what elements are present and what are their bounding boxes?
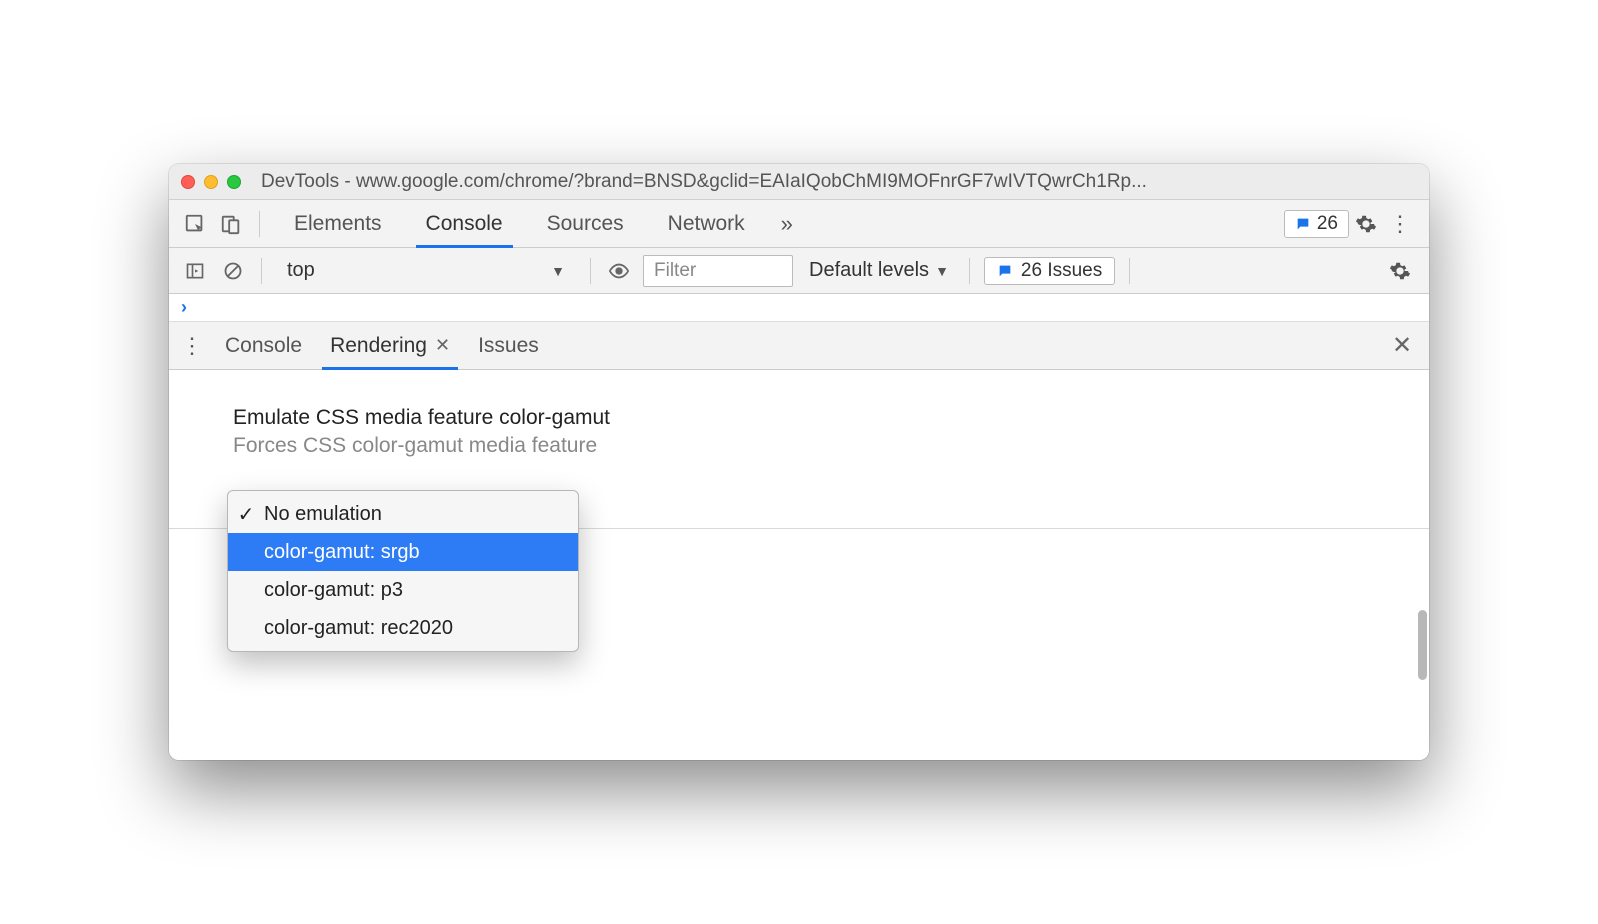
console-prompt[interactable]: › [169,294,1429,322]
message-icon [1295,216,1311,232]
separator [1129,258,1130,284]
traffic-lights [181,175,241,189]
zoom-window-button[interactable] [227,175,241,189]
inspect-element-icon[interactable] [179,208,211,240]
tab-sources[interactable]: Sources [525,200,646,248]
color-gamut-title: Emulate CSS media feature color-gamut [233,406,1429,430]
tab-elements[interactable]: Elements [272,200,404,248]
issues-count: 26 [1317,213,1338,235]
drawer-tab-rendering[interactable]: Rendering ✕ [322,322,458,370]
dropdown-option-rec2020[interactable]: color-gamut: rec2020 [228,609,578,647]
issues-label: 26 Issues [1021,260,1102,282]
dropdown-option-srgb[interactable]: color-gamut: srgb [228,533,578,571]
minimize-window-button[interactable] [204,175,218,189]
drawer-tab-console[interactable]: Console [217,322,310,370]
color-gamut-dropdown: ✓ No emulation color-gamut: srgb color-g… [227,490,579,652]
close-window-button[interactable] [181,175,195,189]
checkmark-icon: ✓ [236,502,256,527]
drawer-tab-label: Console [225,334,302,358]
triangle-down-icon: ▼ [551,263,565,279]
option-label: color-gamut: srgb [264,541,420,564]
tab-network[interactable]: Network [646,200,767,248]
issues-button[interactable]: 26 Issues [984,257,1115,285]
separator [590,258,591,284]
log-level-select[interactable]: Default levels ▼ [803,255,955,287]
kebab-menu-button[interactable]: ⋮ [1383,207,1417,241]
drawer-tab-strip: ⋮ Console Rendering ✕ Issues ✕ [169,322,1429,370]
tab-console[interactable]: Console [404,200,525,248]
triangle-down-icon: ▼ [935,263,949,279]
tab-label: Console [426,212,503,236]
separator [259,211,260,237]
tab-label: Elements [294,212,382,236]
drawer-tab-label: Rendering [330,334,427,358]
toggle-sidebar-icon[interactable] [181,257,209,285]
option-label: color-gamut: p3 [264,579,403,602]
option-label: No emulation [264,503,382,526]
rendering-panel: Emulate CSS media feature color-gamut Fo… [169,370,1429,760]
more-tabs-button[interactable]: » [767,211,807,237]
devtools-window: DevTools - www.google.com/chrome/?brand=… [169,164,1429,760]
separator [969,258,970,284]
clear-console-icon[interactable] [219,257,247,285]
console-settings-button[interactable] [1383,254,1417,288]
close-tab-icon[interactable]: ✕ [435,335,450,356]
message-icon [997,263,1013,279]
issues-badge[interactable]: 26 [1284,210,1349,238]
chevron-double-right-icon: » [781,211,793,237]
separator [261,258,262,284]
level-label: Default levels [809,259,929,282]
filter-input[interactable] [643,255,793,287]
device-toolbar-icon[interactable] [215,208,247,240]
titlebar: DevTools - www.google.com/chrome/?brand=… [169,164,1429,200]
color-gamut-subtitle: Forces CSS color-gamut media feature [233,434,1429,458]
tab-label: Sources [547,212,624,236]
scrollbar-thumb[interactable] [1418,610,1427,680]
live-expression-icon[interactable] [605,257,633,285]
settings-button[interactable] [1349,207,1383,241]
dropdown-option-no-emulation[interactable]: ✓ No emulation [228,495,578,533]
execution-context-select[interactable]: top ▼ [276,255,576,287]
close-drawer-button[interactable]: ✕ [1385,331,1419,360]
drawer-tab-label: Issues [478,334,539,358]
option-label: color-gamut: rec2020 [264,617,453,640]
window-title: DevTools - www.google.com/chrome/?brand=… [261,171,1417,193]
chevron-right-icon: › [181,297,187,318]
console-toolbar: top ▼ Default levels ▼ 26 Issues [169,248,1429,294]
dropdown-option-p3[interactable]: color-gamut: p3 [228,571,578,609]
drawer-menu-button[interactable]: ⋮ [179,329,205,363]
main-tab-strip: Elements Console Sources Network » 26 ⋮ [169,200,1429,248]
context-value: top [287,259,315,282]
drawer-tab-issues[interactable]: Issues [470,322,547,370]
tab-label: Network [668,212,745,236]
